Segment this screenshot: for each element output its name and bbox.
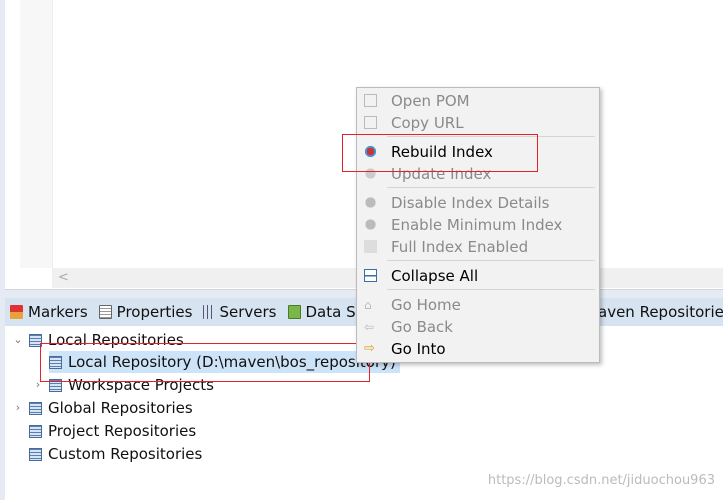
tab-label: Servers: [219, 303, 277, 321]
index-icon: [364, 218, 377, 231]
collapse-all-icon: [364, 269, 377, 282]
chevron-down-icon[interactable]: ⌄: [11, 329, 25, 351]
index-icon: [364, 196, 377, 209]
menu-item-full-index-enabled[interactable]: Full Index Enabled: [357, 236, 599, 258]
tab-label: Properties: [116, 303, 193, 321]
scroll-left-icon[interactable]: <: [58, 270, 69, 285]
menu-label: Enable Minimum Index: [391, 216, 563, 234]
menu-label: Go Back: [391, 318, 453, 336]
menu-item-enable-minimum-index[interactable]: Enable Minimum Index: [357, 214, 599, 236]
copy-icon: [364, 116, 377, 129]
highlight-box-local-repository: [40, 343, 370, 382]
editor-ruler: [20, 0, 53, 268]
tree-label: Project Repositories: [48, 422, 197, 440]
watermark: https://blog.csdn.net/jiduochou963: [487, 473, 715, 488]
highlight-box-rebuild-index: [342, 134, 538, 172]
tab-servers[interactable]: Servers: [203, 303, 277, 321]
markers-icon: [10, 305, 23, 319]
menu-label: Go Into: [391, 340, 446, 358]
back-arrow-icon: ⇦: [364, 320, 375, 334]
tab-properties[interactable]: Properties: [98, 303, 193, 321]
repository-icon: [29, 401, 42, 415]
menu-item-disable-index-details[interactable]: Disable Index Details: [357, 192, 599, 214]
tab-data-source[interactable]: Data So: [287, 303, 365, 321]
menu-separator: [387, 289, 595, 290]
data-source-icon: [287, 305, 301, 319]
menu-label: Collapse All: [391, 267, 479, 285]
menu-label: Open POM: [391, 92, 470, 110]
menu-item-collapse-all[interactable]: Collapse All: [357, 265, 599, 287]
repository-icon: [29, 447, 42, 461]
tree-item-custom-repositories[interactable]: Custom Repositories: [29, 443, 202, 465]
menu-label: Full Index Enabled: [391, 238, 529, 256]
tab-label: aven Repositories: [598, 303, 723, 321]
tab-label: Markers: [28, 303, 88, 321]
tree-label: Custom Repositories: [48, 445, 203, 463]
menu-item-open-pom[interactable]: Open POM: [357, 90, 599, 112]
tab-maven-repositories[interactable]: aven Repositories: [598, 303, 723, 321]
index-checked-icon: [364, 240, 377, 253]
tree-label: Global Repositories: [48, 399, 193, 417]
menu-label: Copy URL: [391, 114, 464, 132]
properties-icon: [98, 305, 112, 319]
menu-item-go-into[interactable]: ⇨ Go Into: [357, 338, 599, 360]
menu-item-go-home[interactable]: ⌂ Go Home: [357, 294, 599, 316]
menu-separator: [387, 187, 595, 188]
forward-arrow-icon: ⇨: [364, 341, 375, 356]
home-icon: ⌂: [364, 298, 372, 312]
tab-markers[interactable]: Markers: [10, 303, 88, 321]
context-menu: Open POM Copy URL Rebuild Index Update I…: [356, 87, 600, 363]
repository-icon: [29, 424, 42, 438]
pom-icon: [364, 94, 377, 107]
tree-item-project-repositories[interactable]: Project Repositories: [29, 420, 196, 442]
tree-item-global-repositories[interactable]: › Global Repositories: [11, 397, 193, 419]
menu-label: Disable Index Details: [391, 194, 550, 212]
chevron-right-icon[interactable]: ›: [11, 397, 25, 419]
menu-item-copy-url[interactable]: Copy URL: [357, 112, 599, 134]
menu-separator: [387, 260, 595, 261]
menu-label: Go Home: [391, 296, 461, 314]
servers-icon: [203, 305, 215, 319]
menu-item-go-back[interactable]: ⇦ Go Back: [357, 316, 599, 338]
